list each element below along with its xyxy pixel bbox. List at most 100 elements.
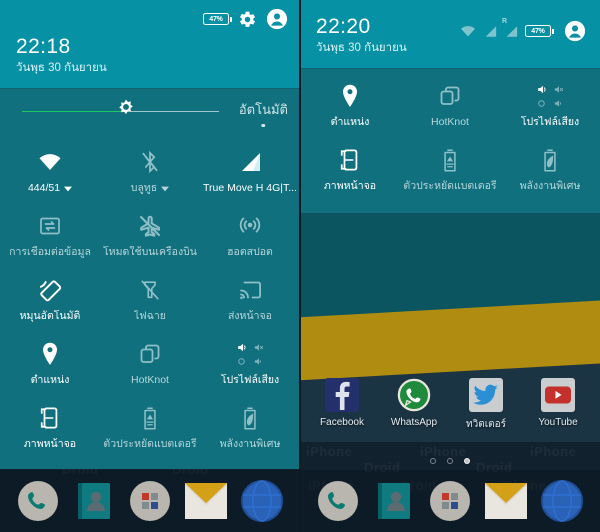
volume-mute-icon	[554, 86, 564, 93]
battery-percent-label: 47%	[209, 15, 223, 23]
app-label: YouTube	[538, 417, 578, 428]
tile-flashlight[interactable]: ไฟฉาย	[100, 267, 200, 331]
page-dot-active[interactable]	[464, 458, 470, 464]
user-avatar-icon[interactable]	[266, 8, 288, 30]
brightness-control-left[interactable]: อัตโนมัติ	[0, 88, 300, 133]
browser-app-icon[interactable]	[241, 480, 283, 522]
phone-app-icon[interactable]	[317, 480, 359, 522]
tile-label: พลังงานพิเศษ	[519, 180, 581, 192]
tile-label: ฮอตสปอต	[227, 246, 273, 258]
app-facebook[interactable]: Facebook	[310, 378, 374, 432]
hotknot-icon	[438, 83, 462, 109]
clock-date: วันพุธ 30 กันยายน	[16, 62, 107, 74]
whatsapp-icon	[397, 378, 431, 412]
app-youtube[interactable]: YouTube	[526, 378, 590, 432]
extra-power-icon	[241, 405, 259, 431]
volume-low-icon	[554, 100, 561, 107]
tile-location[interactable]: ตำแหน่ง	[300, 73, 400, 137]
tile-hotknot[interactable]: HotKnot	[100, 331, 200, 395]
tile-location[interactable]: ตำแหน่ง	[0, 331, 100, 395]
contacts-app-icon[interactable]	[373, 480, 415, 522]
clock-block-left: 22:18 วันพุธ 30 กันยายน	[12, 32, 288, 88]
phone-app-icon[interactable]	[17, 480, 59, 522]
notification-shade-right: 22:20 วันพุธ 30 กันยายน R 47% ตำแหน่ง Ho…	[300, 0, 600, 213]
gear-icon[interactable]	[238, 10, 257, 29]
sound-profile-icon	[236, 341, 264, 367]
email-app-icon[interactable]	[185, 480, 227, 522]
volume-on-icon	[238, 343, 246, 352]
tile-battery-saver[interactable]: ตัวประหยัดแบตเตอรี่	[100, 395, 200, 459]
tile-row: 444/51 บลูทูธ True Move H 4G|T...	[0, 139, 300, 203]
apps-drawer-icon[interactable]	[429, 480, 471, 522]
data-connection-icon	[38, 213, 62, 239]
battery-icon: 47%	[525, 25, 554, 37]
clock-date: วันพุธ 30 กันยายน	[316, 42, 407, 54]
left-phone: iPhone Droid iPhone Droid iPhone 47%	[0, 0, 300, 532]
brightness-slider[interactable]	[12, 98, 229, 125]
tile-hotspot[interactable]: ฮอตสปอต	[200, 203, 300, 267]
tile-label: ไฟฉาย	[134, 310, 166, 322]
tile-airplane-mode[interactable]: โหมดใช้บนเครื่องบิน	[100, 203, 200, 267]
tile-row: ตำแหน่ง HotKnot โปรไฟล์เสียง	[300, 73, 600, 137]
tile-label: True Move H 4G|T...	[203, 182, 297, 194]
tile-auto-rotate[interactable]: หมุนอัตโนมัติ	[0, 267, 100, 331]
app-label: WhatsApp	[390, 417, 438, 428]
page-indicator	[300, 458, 600, 464]
tile-hotknot[interactable]: HotKnot	[400, 73, 500, 137]
airplane-off-icon	[138, 213, 162, 239]
extra-power-icon	[541, 147, 559, 173]
vibrate-icon	[238, 358, 245, 365]
tile-label: การเชื่อมต่อข้อมูล	[9, 246, 91, 258]
screenshot-icon	[339, 147, 361, 173]
tile-label: HotKnot	[431, 116, 469, 128]
tile-label: ภาพหน้าจอ	[23, 438, 77, 450]
tile-cast-screen[interactable]: ส่งหน้าจอ	[200, 267, 300, 331]
status-bar-left: 47%	[12, 6, 288, 32]
volume-low-icon	[254, 358, 261, 365]
auto-brightness-dot	[261, 123, 266, 127]
tile-label-text: 444/51	[27, 182, 61, 194]
cast-screen-icon	[238, 277, 263, 303]
tile-extra-power[interactable]: พลังงานพิเศษ	[500, 137, 600, 201]
quick-settings-tiles-left: 444/51 บลูทูธ True Move H 4G|T... การเชื…	[0, 133, 300, 469]
user-avatar-icon[interactable]	[564, 20, 586, 42]
battery-saver-icon	[141, 405, 159, 431]
dock-left	[0, 470, 300, 532]
tile-label: โปรไฟล์เสียง	[520, 116, 580, 128]
tile-data-connection[interactable]: การเชื่อมต่อข้อมูล	[0, 203, 100, 267]
tile-battery-saver[interactable]: ตัวประหยัดแบตเตอรี่	[400, 137, 500, 201]
tile-mobile-network[interactable]: True Move H 4G|T...	[200, 139, 300, 203]
vibrate-icon	[538, 100, 545, 107]
auto-brightness-text: อัตโนมัติ	[238, 102, 288, 117]
tile-sound-profile[interactable]: โปรไฟล์เสียง	[500, 73, 600, 137]
tile-wifi[interactable]: 444/51	[0, 139, 100, 203]
contacts-app-icon[interactable]	[73, 480, 115, 522]
facebook-icon	[325, 378, 359, 412]
tile-row: หมุนอัตโนมัติ ไฟฉาย ส่งหน้าจอ	[0, 267, 300, 331]
tile-label: โปรไฟล์เสียง	[220, 374, 280, 386]
flashlight-off-icon	[139, 277, 161, 303]
auto-brightness-label[interactable]: อัตโนมัติ	[238, 99, 288, 127]
tile-sound-profile[interactable]: โปรไฟล์เสียง	[200, 331, 300, 395]
tile-label: ภาพหน้าจอ	[323, 180, 377, 192]
apps-drawer-icon[interactable]	[129, 480, 171, 522]
battery-percent-label: 47%	[531, 27, 545, 35]
page-dot[interactable]	[430, 458, 436, 464]
quick-settings-tiles-right: ตำแหน่ง HotKnot โปรไฟล์เสียง ภาพหน้าจอ ต…	[300, 68, 600, 213]
tile-screenshot[interactable]: ภาพหน้าจอ	[300, 137, 400, 201]
volume-on-icon	[538, 85, 546, 94]
battery-icon: 47%	[203, 13, 232, 25]
clock-time: 22:18	[16, 35, 71, 58]
app-label: ทวิตเตอร์	[466, 419, 506, 430]
tile-extra-power[interactable]: พลังงานพิเศษ	[200, 395, 300, 459]
email-app-icon[interactable]	[485, 480, 527, 522]
notification-shade-left: 47% 22:18 วันพุธ 30 กันยายน อัตโนมัติ 44…	[0, 0, 300, 469]
app-whatsapp[interactable]: WhatsApp	[382, 378, 446, 432]
app-twitter[interactable]: ทวิตเตอร์	[454, 378, 518, 432]
tile-bluetooth[interactable]: บลูทูธ	[100, 139, 200, 203]
brightness-sun-icon[interactable]	[115, 98, 137, 125]
browser-app-icon[interactable]	[541, 480, 583, 522]
chevron-down-icon	[161, 186, 170, 191]
tile-screenshot[interactable]: ภาพหน้าจอ	[0, 395, 100, 459]
page-dot[interactable]	[447, 458, 453, 464]
